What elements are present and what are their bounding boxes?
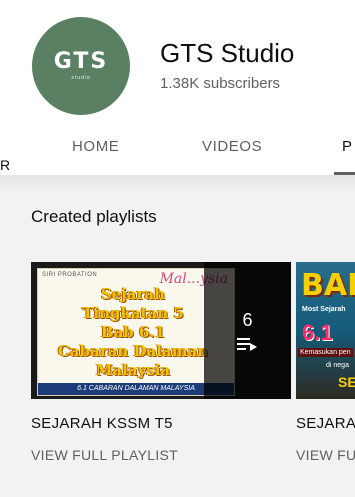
thumbnail-line: Kemasukan pen [298,348,353,357]
video-count: 6 [242,310,253,330]
playlist-thumbnail[interactable]: SIRI PROBATION Mal...ysia Sejarah Tingka… [31,262,291,399]
channel-tabs: HOME VIDEOS P [0,128,355,175]
section-title: Created playlists [31,207,157,226]
thumbnail-subtext: Most Sejarah [302,306,346,313]
playlist-count-overlay: 6 [204,262,291,399]
channel-name: GTS Studio [160,38,295,68]
header-shadow [0,175,355,195]
channel-avatar[interactable]: GTS studio [32,17,130,115]
headline-line: Cabaran Dalaman [57,342,209,360]
edge-text-fragment: R [0,157,11,173]
playlist-title[interactable]: SEJARAH KSSM T5 [31,415,291,432]
avatar-logo-text: GTS [53,49,109,74]
subscriber-count: 1.38K subscribers [160,75,281,92]
headline-line: Tingkatan 5 [82,304,184,322]
headline-line: Bab 6.1 [100,323,166,341]
tab-videos[interactable]: VIDEOS [202,138,262,155]
playlist-title[interactable]: SEJARA [296,415,355,432]
avatar-logo-subtext: studio [71,75,91,81]
thumbnail-number: 6.1 [302,320,333,345]
view-full-playlist-link[interactable]: VIEW FU [296,447,355,463]
thumbnail-headline: Sejarah Tingkatan 5 Bab 6.1 Cabaran Dala… [48,285,218,380]
view-full-playlist-link[interactable]: VIEW FULL PLAYLIST [31,447,291,463]
tab-playlists[interactable]: P [342,138,353,155]
playlist-thumbnail[interactable]: BAB Most Sejarah 6.1 Kemasukan pen di ne… [296,262,355,399]
headline-line: Malaysia [95,361,171,379]
thumbnail-line: di nega [326,362,349,369]
thumbnail-tail: SE [338,374,355,390]
playlist-queue-icon [236,338,257,351]
thumbnail-top-text: SIRI PROBATION [42,272,98,278]
tab-home[interactable]: HOME [72,138,119,155]
playlist-card[interactable]: SIRI PROBATION Mal...ysia Sejarah Tingka… [31,262,291,463]
headline-line: Sejarah [100,285,166,303]
channel-header: GTS studio GTS Studio 1.38K subscribers … [0,0,355,175]
thumbnail-headline: BAB [301,268,355,303]
playlist-card[interactable]: BAB Most Sejarah 6.1 Kemasukan pen di ne… [296,262,355,463]
